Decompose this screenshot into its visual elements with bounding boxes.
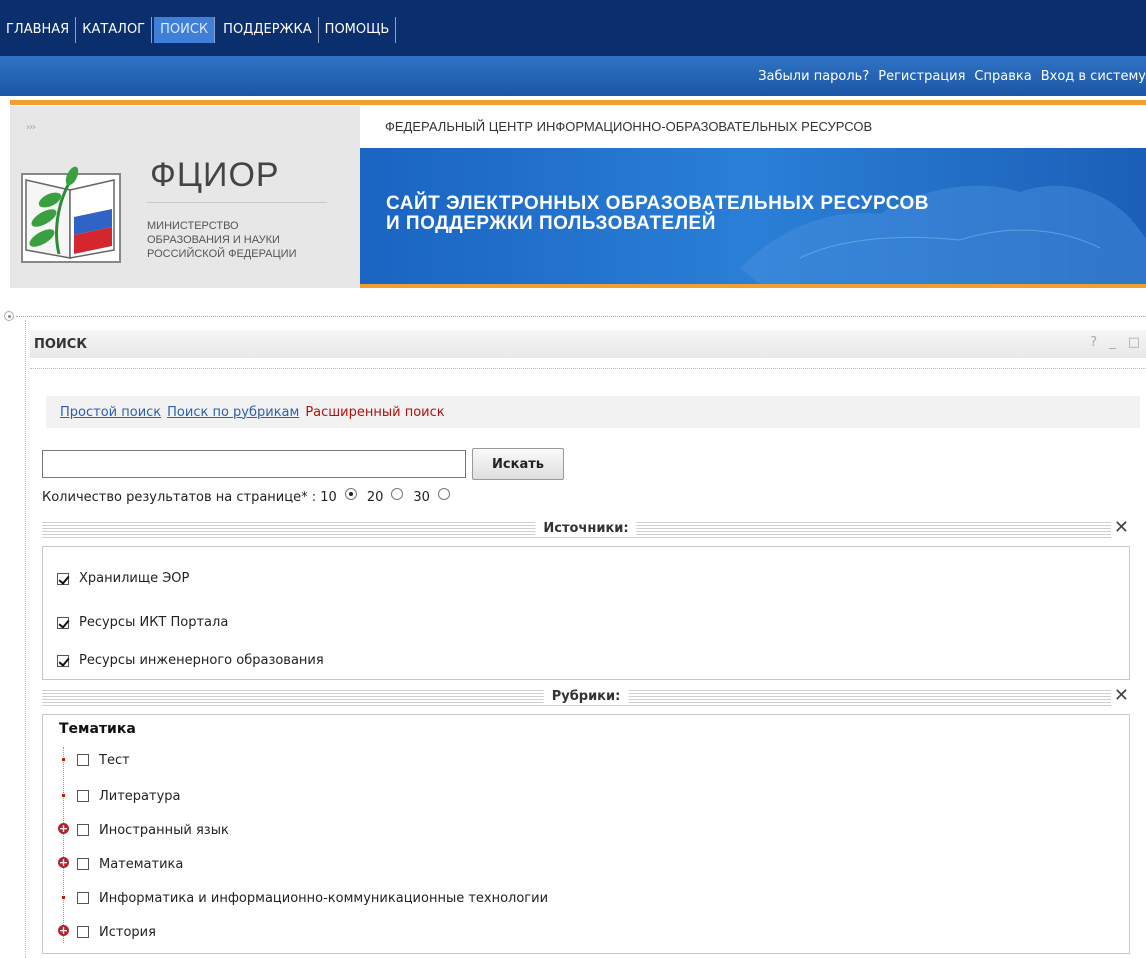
rpp-radio-20[interactable]: [391, 488, 404, 500]
results-per-page-suffix: * :: [301, 489, 321, 505]
source-checkbox-engineering[interactable]: [57, 654, 69, 667]
results-per-page: Количество результатов на странице * : 1…: [42, 488, 460, 506]
ministry-line-2: ОБРАЗОВАНИЯ И НАУКИ: [147, 234, 280, 246]
tree-leaf-icon: [57, 889, 71, 907]
expand-plus-icon[interactable]: [57, 855, 71, 873]
search-button[interactable]: Искать: [472, 448, 564, 480]
rpp-radio-30[interactable]: [437, 488, 450, 500]
nav-help[interactable]: ПОМОЩЬ: [319, 17, 397, 43]
rubric-label: Математика: [99, 856, 184, 872]
source-checkbox-eor[interactable]: [57, 572, 69, 585]
logo-panel: ››› ФЦИОР МИНИСТЕРСТВО ОБРАЗОВАНИЯ И НАУ…: [10, 106, 360, 288]
breadcrumb-arrows: ›››: [26, 122, 36, 133]
portlet-header-divider: [30, 368, 1146, 369]
sources-close-icon[interactable]: ✕: [1110, 517, 1132, 538]
center-title: ФЕДЕРАЛЬНЫЙ ЦЕНТР ИНФОРМАЦИОННО-ОБРАЗОВА…: [385, 119, 873, 134]
rpp-option-20-label: 20: [366, 489, 384, 505]
expand-plus-icon[interactable]: [57, 923, 71, 941]
sources-section-header: Источники: ✕: [42, 517, 1132, 540]
banner-line-2: И ПОДДЕРЖКИ ПОЛЬЗОВАТЕЛЕЙ: [386, 213, 716, 234]
portlet-handle-icon[interactable]: [4, 311, 14, 321]
top-navigation: ГЛАВНАЯ КАТАЛОГ ПОИСК ПОДДЕРЖКА ПОМОЩЬ: [0, 0, 1146, 56]
portlet-minimize-button[interactable]: _: [1109, 335, 1116, 350]
rubrics-box: Тематика Тест Литература Иностранный язы…: [42, 714, 1130, 954]
rubric-checkbox-literature[interactable]: [77, 790, 89, 802]
tree-item: Математика: [57, 855, 183, 873]
nav-search[interactable]: ПОИСК: [154, 17, 216, 43]
rubrics-section-header: Рубрики: ✕: [42, 685, 1132, 708]
rpp-option-10-label: 10: [320, 489, 337, 505]
rubric-label: История: [99, 924, 156, 940]
portlet-controls: ? _ □: [1090, 335, 1140, 350]
login-link[interactable]: Вход в систему: [1041, 69, 1146, 84]
banner-divider: [360, 284, 1146, 288]
portlet-border-top: [16, 316, 1146, 317]
brand-name: ФЦИОР: [150, 156, 280, 194]
portlet-help-button[interactable]: ?: [1090, 335, 1097, 350]
results-per-page-label: Количество результатов на странице: [42, 489, 302, 505]
source-item: Ресурсы ИКТ Портала: [57, 615, 228, 630]
rpp-option-30-label: 30: [413, 489, 430, 505]
tree-item: Литература: [57, 787, 181, 805]
source-label: Ресурсы инженерного образования: [79, 653, 324, 668]
site-banner: САЙТ ЭЛЕКТРОННЫХ ОБРАЗОВАТЕЛЬНЫХ РЕСУРСО…: [360, 148, 1146, 284]
brand-divider: [147, 202, 327, 203]
sources-title: Источники:: [535, 521, 637, 536]
rubrics-close-icon[interactable]: ✕: [1110, 685, 1132, 706]
accent-divider: [10, 100, 1146, 105]
user-toolbar: Забыли пароль? Регистрация Справка Вход …: [0, 56, 1146, 96]
register-link[interactable]: Регистрация: [878, 69, 965, 84]
user-links: Забыли пароль? Регистрация Справка Вход …: [749, 56, 1146, 96]
rubric-checkbox-informatics[interactable]: [77, 892, 89, 904]
tree-leaf-icon: [57, 787, 71, 805]
banner-title: САЙТ ЭЛЕКТРОННЫХ ОБРАЗОВАТЕЛЬНЫХ РЕСУРСО…: [386, 194, 929, 234]
rubric-label: Иностранный язык: [99, 822, 229, 838]
tree-item: История: [57, 923, 156, 941]
expand-plus-icon[interactable]: [57, 821, 71, 839]
rubric-group-title: Тематика: [59, 721, 136, 737]
portlet-title: ПОИСК: [34, 337, 87, 352]
tree-item: Информатика и информационно-коммуникацио…: [57, 889, 548, 907]
forgot-password-link[interactable]: Забыли пароль?: [758, 69, 869, 84]
rubric-label: Литература: [99, 788, 181, 804]
tree-item: Тест: [57, 751, 130, 769]
nav-catalog[interactable]: КАТАЛОГ: [76, 17, 153, 43]
rubric-label: Тест: [99, 752, 130, 768]
search-input[interactable]: [42, 450, 466, 478]
source-checkbox-ikt[interactable]: [57, 616, 69, 629]
rubric-label: Информатика и информационно-коммуникацио…: [99, 890, 549, 906]
portlet-maximize-button[interactable]: □: [1128, 335, 1140, 350]
source-label: Хранилище ЭОР: [79, 571, 190, 586]
source-item: Хранилище ЭОР: [57, 571, 189, 586]
ministry-caption: МИНИСТЕРСТВО ОБРАЗОВАНИЯ И НАУКИ РОССИЙС…: [147, 219, 357, 261]
tree-leaf-icon: [57, 751, 71, 769]
rpp-radio-10[interactable]: [344, 488, 357, 500]
tab-advanced-search[interactable]: Расширенный поиск: [305, 405, 444, 420]
ministry-line-1: МИНИСТЕРСТВО: [147, 220, 239, 232]
tab-simple-search[interactable]: Простой поиск: [60, 405, 161, 420]
center-title-bar: ФЕДЕРАЛЬНЫЙ ЦЕНТР ИНФОРМАЦИОННО-ОБРАЗОВА…: [360, 106, 1146, 148]
rubric-checkbox-math[interactable]: [77, 858, 89, 870]
banner-line-1: САЙТ ЭЛЕКТРОННЫХ ОБРАЗОВАТЕЛЬНЫХ РЕСУРСО…: [386, 193, 929, 214]
source-label: Ресурсы ИКТ Портала: [79, 615, 229, 630]
ministry-line-3: РОССИЙСКОЙ ФЕДЕРАЦИИ: [147, 248, 297, 260]
nav-main[interactable]: ГЛАВНАЯ: [0, 17, 77, 43]
source-item: Ресурсы инженерного образования: [57, 653, 324, 668]
sources-box: Хранилище ЭОР Ресурсы ИКТ Портала Ресурс…: [42, 546, 1130, 680]
rubric-checkbox-foreign-language[interactable]: [77, 824, 89, 836]
help-link[interactable]: Справка: [974, 69, 1031, 84]
top-menu: ГЛАВНАЯ КАТАЛОГ ПОИСК ПОДДЕРЖКА ПОМОЩЬ: [0, 17, 397, 45]
rubrics-title: Рубрики:: [543, 689, 629, 704]
portlet-border-left: [25, 320, 26, 958]
search-mode-tabs: Простой поиск Поиск по рубрикам Расширен…: [46, 396, 1140, 428]
tab-rubric-search[interactable]: Поиск по рубрикам: [167, 405, 299, 420]
tree-connector: [63, 747, 64, 943]
fcior-logo-icon: [21, 166, 121, 263]
tree-item: Иностранный язык: [57, 821, 229, 839]
rubric-checkbox-history[interactable]: [77, 926, 89, 938]
nav-support[interactable]: ПОДДЕРЖКА: [217, 17, 319, 43]
rubric-checkbox-test[interactable]: [77, 754, 89, 766]
portlet-header: ПОИСК ? _ □: [30, 330, 1146, 358]
